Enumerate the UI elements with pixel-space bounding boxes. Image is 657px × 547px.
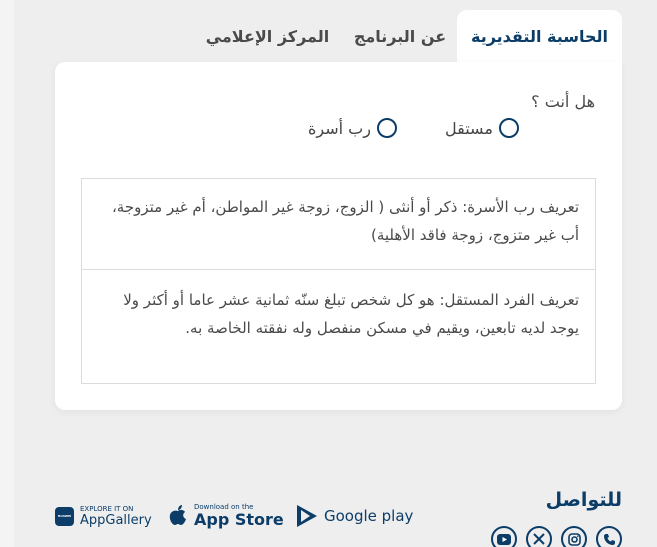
phone-icon[interactable] — [596, 526, 622, 547]
option-independent[interactable]: مستقل — [445, 116, 519, 140]
radio-head-of-family[interactable] — [376, 118, 397, 138]
tab-about[interactable]: عن البرنامج — [350, 10, 450, 62]
social-links — [491, 526, 622, 547]
x-icon[interactable] — [526, 526, 552, 547]
radio-independent[interactable] — [498, 118, 519, 138]
app-store-label: App Store — [194, 510, 284, 529]
footer: للتواصل Google play Download on the App … — [14, 465, 657, 547]
option-head-of-family[interactable]: رب أسرة — [308, 116, 397, 140]
google-play-label: Google play — [324, 507, 414, 525]
estimator-card: هل أنت ؟ مستقل رب أسرة تعريف رب الأسرة: … — [55, 62, 622, 410]
instagram-icon[interactable] — [561, 526, 587, 547]
tab-media-center[interactable]: المركز الإعلامي — [205, 10, 330, 62]
applicant-type-question: هل أنت ؟ — [531, 92, 595, 111]
option-independent-label: مستقل — [445, 118, 493, 138]
tab-estimator[interactable]: الحاسبة التقديرية — [457, 10, 622, 62]
definition-independent: تعريف الفرد المستقل: هو كل شخص تبلغ سنّه… — [82, 269, 595, 342]
app-gallery-label: AppGallery — [80, 512, 152, 528]
google-play-icon — [297, 505, 317, 527]
tab-bar: الحاسبة التقديرية عن البرنامج المركز الإ… — [0, 10, 657, 62]
huawei-icon: HUAWEI — [55, 506, 74, 526]
apple-icon — [169, 505, 186, 525]
youtube-icon[interactable] — [491, 526, 517, 547]
option-head-of-family-label: رب أسرة — [308, 118, 371, 138]
definition-head-of-family: تعريف رب الأسرة: ذكر أو أنثى ( الزوج، زو… — [111, 198, 579, 244]
app-store-badge[interactable]: Download on the App Store — [168, 501, 284, 531]
google-play-badge[interactable]: Google play — [296, 501, 413, 531]
app-gallery-badge[interactable]: HUAWEI EXPLORE IT ON AppGallery — [55, 501, 152, 531]
definitions-box: تعريف رب الأسرة: ذكر أو أنثى ( الزوج، زو… — [81, 178, 596, 384]
app-gallery-small-text: EXPLORE IT ON — [80, 504, 134, 513]
contact-title: للتواصل — [545, 489, 622, 511]
